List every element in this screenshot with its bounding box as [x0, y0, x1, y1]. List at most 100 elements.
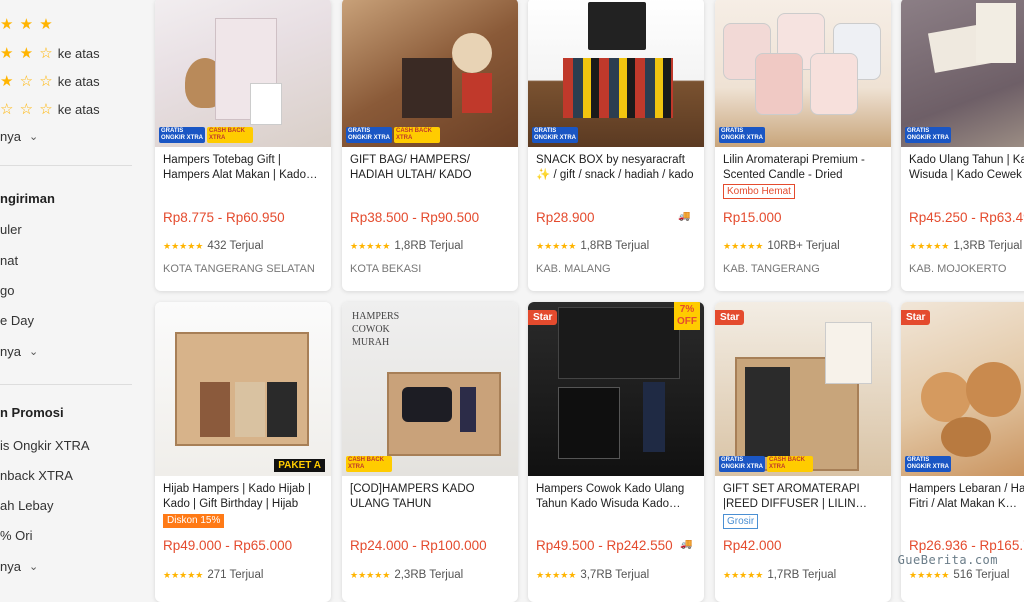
kombo-hemat-tag: Kombo Hemat: [723, 184, 795, 199]
shop-location: KAB. MALANG: [536, 263, 611, 275]
product-rating: ★★★★★ 432 Terjual: [163, 240, 263, 252]
rating-filter-3[interactable]: ★ ☆ ☆ ke atas: [0, 72, 100, 90]
shipping-option[interactable]: e Day: [0, 313, 34, 328]
product-rating: ★★★★★ 1,8RB Terjual: [350, 240, 463, 252]
rating-filter-label: ke atas: [57, 101, 100, 117]
show-more-label: nya: [0, 129, 21, 144]
shipping-option[interactable]: nat: [0, 253, 18, 268]
shop-location: KAB. MOJOKERTO: [909, 263, 1007, 275]
product-rating: ★★★★★ 1,8RB Terjual: [536, 240, 649, 252]
rating-filter-4[interactable]: ★ ★ ☆ ke atas: [0, 44, 100, 62]
chevron-down-icon: ⌄: [28, 131, 39, 143]
product-rating: ★★★★★ 10RB+ Terjual: [723, 240, 840, 252]
discount-off: OFF: [677, 316, 697, 327]
shipping-option[interactable]: go: [0, 283, 14, 298]
product-name[interactable]: SNACK BOX by nesyaracraft ✨ / gift / sna…: [536, 153, 698, 183]
product-card[interactable]: GRATIS ONGKIR XTRA SNACK BOX by nesyarac…: [528, 0, 704, 291]
sold-count: 271 Terjual: [207, 569, 264, 581]
gratis-ongkir-badge: GRATIS ONGKIR XTRA: [159, 127, 205, 143]
black-gift-box-photo[interactable]: Star 7% OFF: [528, 302, 704, 476]
star-rating-icon: ☆ ☆ ☆: [0, 101, 54, 118]
product-name[interactable]: Hampers Totebag Gift | Hampers Alat Maka…: [163, 153, 325, 183]
promo-option[interactable]: is Ongkir XTRA: [0, 438, 90, 453]
product-card[interactable]: PAKET A Hijab Hampers | Kado Hijab | Kad…: [155, 302, 331, 602]
rating-filter-label: ke atas: [57, 45, 100, 61]
sold-count: 3,7RB Terjual: [580, 569, 650, 581]
tote-bag-teddy-photo[interactable]: GRATIS ONGKIR XTRA CASH BACK XTRA: [155, 0, 331, 147]
show-more-promo[interactable]: nya ⌄: [0, 559, 38, 574]
sold-count: 1,3RB Terjual: [953, 240, 1023, 252]
image-caption: PAKET A: [274, 459, 325, 472]
shop-location: KAB. TANGERANG: [723, 263, 820, 275]
gift-box-teddy-photo[interactable]: GRATIS ONGKIR XTRA CASH BACK XTRA: [342, 0, 518, 147]
sold-count: 432 Terjual: [207, 240, 264, 252]
free-shipping-truck-icon: 🚚: [678, 211, 691, 222]
chevron-down-icon: ⌄: [28, 561, 39, 573]
product-name[interactable]: Hampers Cowok Kado Ulang Tahun Kado Wisu…: [536, 482, 698, 512]
shipping-heading: ngiriman: [0, 191, 55, 206]
product-price: Rp15.000: [723, 210, 782, 225]
rating-filter-2[interactable]: ☆ ☆ ☆ ke atas: [0, 100, 100, 118]
gratis-ongkir-badge: GRATIS ONGKIR XTRA: [532, 127, 578, 143]
chevron-down-icon: ⌄: [28, 346, 39, 358]
promo-option[interactable]: % Ori: [0, 528, 33, 543]
product-card[interactable]: GRATIS ONGKIR XTRA CASH BACK XTRA Hamper…: [155, 0, 331, 291]
gift-wrap-photo[interactable]: GRATIS ONGKIR XTRA: [901, 0, 1024, 147]
image-caption: HAMPERS COWOK MURAH: [352, 311, 400, 348]
sold-count: 1,8RB Terjual: [580, 240, 650, 252]
product-name[interactable]: GIFT BAG/ HAMPERS/ HADIAH ULTAH/ KADO UL…: [350, 153, 512, 183]
divider: [0, 165, 132, 166]
star-seller-badge: Star: [901, 310, 931, 325]
star-rating-icon: ★★★★★: [909, 569, 950, 580]
gratis-ongkir-badge: GRATIS ONGKIR XTRA: [905, 127, 951, 143]
show-more-shipping[interactable]: nya ⌄: [0, 344, 38, 359]
product-rating: ★★★★★ 516 Terjual: [909, 569, 1009, 581]
discount-badge: 7% OFF: [674, 302, 700, 330]
product-name[interactable]: Hampers Lebaran / Ha… Idul Fitri / Alat …: [909, 482, 1024, 512]
rating-filter-5[interactable]: ★ ★ ★: [0, 15, 54, 33]
show-more-rating[interactable]: nya ⌄: [0, 129, 38, 144]
product-card[interactable]: HAMPERS COWOK MURAH CASH BACK XTRA [COD]…: [342, 302, 518, 602]
product-card[interactable]: GRATIS ONGKIR XTRA CASH BACK XTRA GIFT B…: [342, 0, 518, 291]
rating-filter-label: ke atas: [57, 73, 100, 89]
star-rating-icon: ★★★★★: [536, 569, 577, 580]
divider: [0, 384, 132, 385]
star-rating-icon: ★★★★★: [350, 569, 391, 580]
reed-diffuser-photo[interactable]: Star GRATIS ONGKIR XTRA CASH BACK XTRA: [715, 302, 891, 476]
wooden-tableware-photo[interactable]: Star GRATIS ONGKIR XTRA: [901, 302, 1024, 476]
promo-option[interactable]: ah Lebay: [0, 498, 54, 513]
product-name[interactable]: [COD]HAMPERS KADO ULANG TAHUN COWOK/KADO…: [350, 482, 512, 512]
star-rating-icon: ★★★★★: [723, 240, 764, 251]
snack-box-photo[interactable]: GRATIS ONGKIR XTRA: [528, 0, 704, 147]
star-rating-icon: ★★★★★: [909, 240, 950, 251]
promo-option[interactable]: nback XTRA: [0, 468, 73, 483]
sold-count: 516 Terjual: [953, 569, 1010, 581]
product-rating: ★★★★★ 3,7RB Terjual: [536, 569, 649, 581]
product-rating: ★★★★★ 1,3RB Terjual: [909, 240, 1022, 252]
product-name[interactable]: Lilin Aromaterapi Premium - Scented Cand…: [723, 153, 885, 183]
star-rating-icon: ★★★★★: [723, 569, 764, 580]
cashback-badge: CASH BACK XTRA: [346, 456, 392, 472]
product-card[interactable]: GRATIS ONGKIR XTRA Kado Ulang Tahun | Ka…: [901, 0, 1024, 291]
product-price: Rp26.936 - Rp165.7…: [909, 538, 1024, 553]
cashback-badge: CASH BACK XTRA: [394, 127, 440, 143]
hijab-hampers-photo[interactable]: PAKET A: [155, 302, 331, 476]
sold-count: 1,8RB Terjual: [394, 240, 464, 252]
watermark: GueBerita.com: [897, 553, 998, 567]
star-rating-icon: ★★★★★: [350, 240, 391, 251]
star-rating-icon: ★ ★ ★: [0, 16, 54, 33]
product-name[interactable]: Kado Ulang Tahun | Kado Wisuda | Kado Ce…: [909, 153, 1024, 183]
shipping-option[interactable]: uler: [0, 222, 22, 237]
star-seller-badge: Star: [528, 310, 558, 325]
product-card[interactable]: Star 7% OFF Hampers Cowok Kado Ulang Tah…: [528, 302, 704, 602]
gratis-ongkir-badge: GRATIS ONGKIR XTRA: [905, 456, 951, 472]
sold-count: 2,3RB Terjual: [394, 569, 464, 581]
men-hampers-box-photo[interactable]: HAMPERS COWOK MURAH CASH BACK XTRA: [342, 302, 518, 476]
product-card[interactable]: GRATIS ONGKIR XTRA Lilin Aromaterapi Pre…: [715, 0, 891, 291]
grosir-tag: Grosir: [723, 514, 759, 529]
product-card[interactable]: Star GRATIS ONGKIR XTRA CASH BACK XTRA G…: [715, 302, 891, 602]
product-price: Rp49.000 - Rp65.000: [163, 538, 293, 553]
candles-photo[interactable]: GRATIS ONGKIR XTRA: [715, 0, 891, 147]
product-name[interactable]: GIFT SET AROMATERAPI |REED DIFFUSER | LI…: [723, 482, 885, 512]
product-name[interactable]: Hijab Hampers | Kado Hijab | Kado | Gift…: [163, 482, 325, 512]
